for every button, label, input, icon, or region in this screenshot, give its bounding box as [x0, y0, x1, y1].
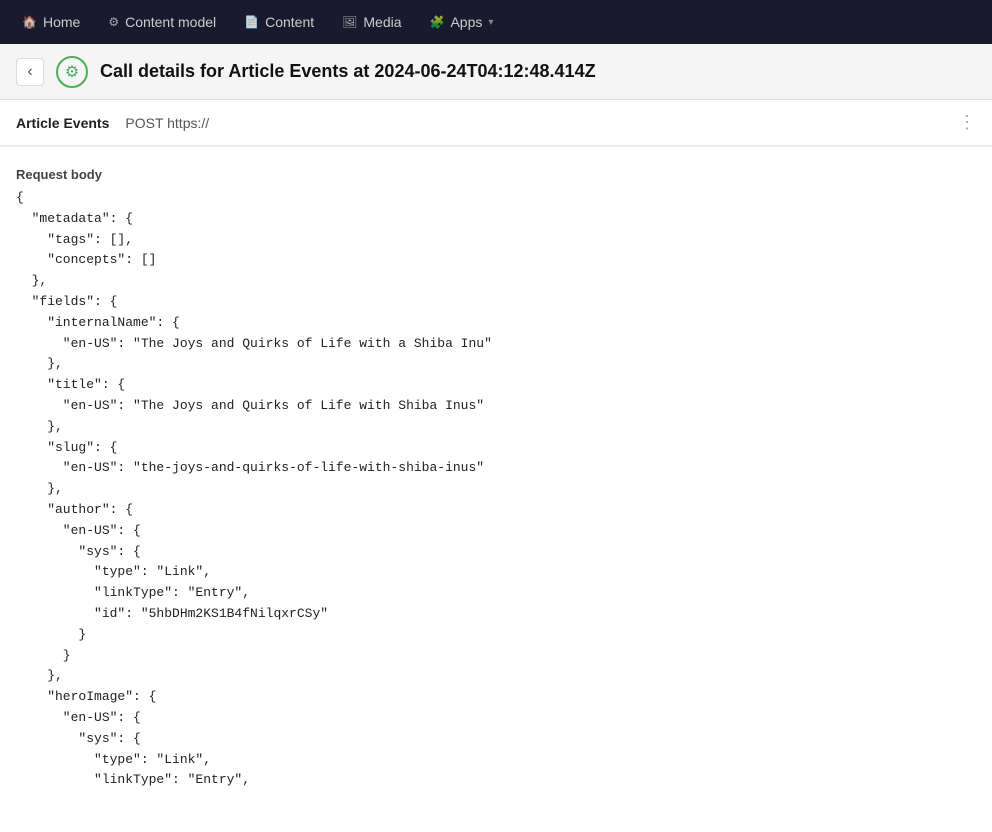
nav-apps[interactable]: 🧩 Apps ▾ [420, 8, 504, 36]
page-title: Call details for Article Events at 2024-… [100, 61, 596, 82]
event-name-label: Article Events [16, 115, 109, 131]
page-header: ‹ ⚙ Call details for Article Events at 2… [0, 44, 992, 100]
content-model-icon: ⚙ [108, 15, 119, 29]
nav-content-model-label: Content model [125, 14, 216, 30]
media-icon: 🖼 [342, 15, 357, 29]
nav-media[interactable]: 🖼 Media [332, 8, 411, 36]
nav-home[interactable]: 🏠 Home [12, 8, 90, 36]
info-bar: Article Events POST https:// ⋮ [0, 100, 992, 146]
nav-media-label: Media [363, 14, 401, 30]
back-button[interactable]: ‹ [16, 58, 44, 86]
method-url: POST https:// [125, 115, 209, 131]
apps-chevron-icon: ▾ [488, 17, 493, 28]
nav-content[interactable]: 📄 Content [234, 8, 324, 36]
divider [0, 146, 992, 147]
code-block: { "metadata": { "tags": [], "concepts": … [0, 188, 992, 807]
nav-content-label: Content [265, 14, 314, 30]
gear-icon: ⚙ [56, 56, 88, 88]
nav-home-label: Home [43, 14, 80, 30]
top-navigation: 🏠 Home ⚙ Content model 📄 Content 🖼 Media… [0, 0, 992, 44]
nav-content-model[interactable]: ⚙ Content model [98, 8, 226, 36]
back-icon: ‹ [27, 63, 32, 81]
more-options-icon[interactable]: ⋮ [958, 112, 976, 133]
home-icon: 🏠 [22, 15, 37, 29]
content-icon: 📄 [244, 15, 259, 29]
request-body-label: Request body [0, 155, 992, 188]
apps-icon: 🧩 [430, 15, 445, 29]
nav-apps-label: Apps [450, 14, 482, 30]
